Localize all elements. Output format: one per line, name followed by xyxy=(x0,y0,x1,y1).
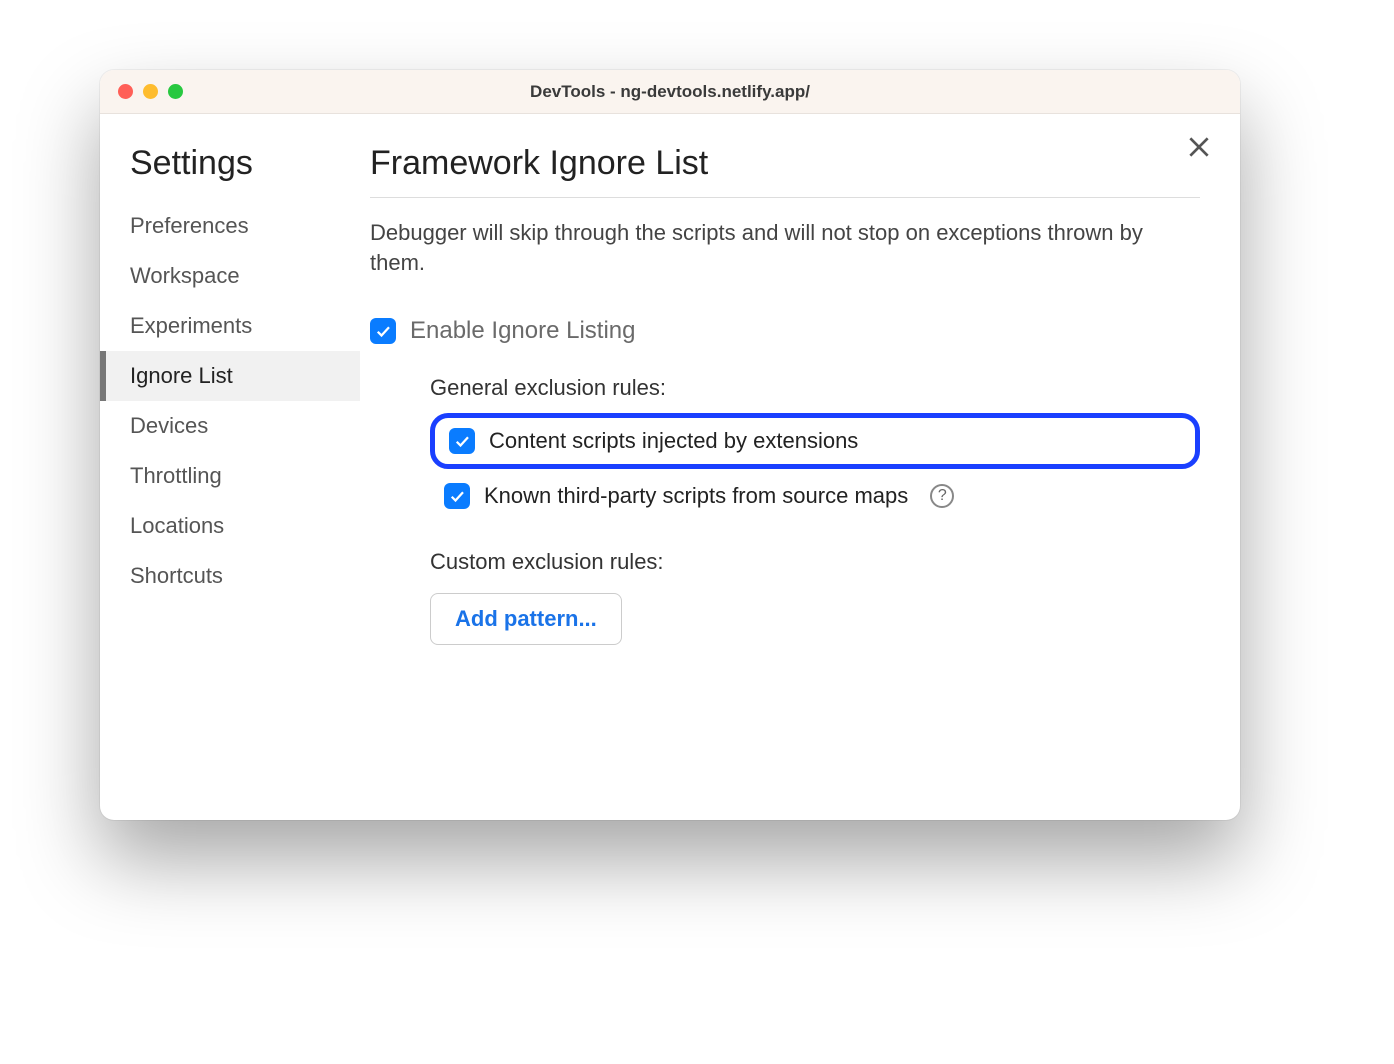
third-party-scripts-row[interactable]: Known third-party scripts from source ma… xyxy=(430,483,1200,509)
devtools-settings-window: DevTools - ng-devtools.netlify.app/ Sett… xyxy=(100,70,1240,820)
traffic-lights xyxy=(118,84,183,99)
sidebar-item-label: Experiments xyxy=(130,313,252,338)
add-pattern-label: Add pattern... xyxy=(455,606,597,631)
enable-ignore-listing-checkbox[interactable] xyxy=(370,318,396,344)
sidebar-item-devices[interactable]: Devices xyxy=(100,401,360,451)
sidebar-item-label: Devices xyxy=(130,413,208,438)
general-rules-label: General exclusion rules: xyxy=(430,375,1200,401)
close-icon[interactable] xyxy=(1186,134,1212,160)
settings-sidebar: Settings Preferences Workspace Experimen… xyxy=(100,114,360,820)
sidebar-item-locations[interactable]: Locations xyxy=(100,501,360,551)
third-party-scripts-label: Known third-party scripts from source ma… xyxy=(484,483,908,509)
general-rules-group: Content scripts injected by extensions K… xyxy=(430,413,1200,509)
page-description: Debugger will skip through the scripts a… xyxy=(370,218,1200,277)
sidebar-item-label: Ignore List xyxy=(130,363,233,388)
help-icon[interactable]: ? xyxy=(930,484,954,508)
third-party-scripts-checkbox[interactable] xyxy=(444,483,470,509)
custom-rules-label: Custom exclusion rules: xyxy=(430,549,1200,575)
sidebar-item-label: Locations xyxy=(130,513,224,538)
maximize-window-button[interactable] xyxy=(168,84,183,99)
sidebar-item-ignore-list[interactable]: Ignore List xyxy=(100,351,360,401)
sidebar-item-shortcuts[interactable]: Shortcuts xyxy=(100,551,360,601)
titlebar: DevTools - ng-devtools.netlify.app/ xyxy=(100,70,1240,114)
add-pattern-button[interactable]: Add pattern... xyxy=(430,593,622,645)
page-title: Framework Ignore List xyxy=(370,144,1200,198)
enable-ignore-listing-row[interactable]: Enable Ignore Listing xyxy=(370,317,1200,345)
sidebar-item-preferences[interactable]: Preferences xyxy=(100,201,360,251)
content-scripts-row[interactable]: Content scripts injected by extensions xyxy=(449,428,858,454)
sidebar-item-label: Throttling xyxy=(130,463,222,488)
sidebar-item-label: Workspace xyxy=(130,263,240,288)
sidebar-item-workspace[interactable]: Workspace xyxy=(100,251,360,301)
settings-content: Framework Ignore List Debugger will skip… xyxy=(360,114,1240,820)
minimize-window-button[interactable] xyxy=(143,84,158,99)
content-scripts-checkbox[interactable] xyxy=(449,428,475,454)
highlighted-rule: Content scripts injected by extensions xyxy=(430,413,1200,469)
window-title: DevTools - ng-devtools.netlify.app/ xyxy=(100,82,1240,102)
content-scripts-label: Content scripts injected by extensions xyxy=(489,428,858,454)
sidebar-title: Settings xyxy=(100,144,360,201)
settings-body: Settings Preferences Workspace Experimen… xyxy=(100,114,1240,820)
enable-ignore-listing-label: Enable Ignore Listing xyxy=(410,317,636,345)
sidebar-item-experiments[interactable]: Experiments xyxy=(100,301,360,351)
sidebar-item-label: Shortcuts xyxy=(130,563,223,588)
sidebar-item-throttling[interactable]: Throttling xyxy=(100,451,360,501)
close-window-button[interactable] xyxy=(118,84,133,99)
sidebar-item-label: Preferences xyxy=(130,213,249,238)
